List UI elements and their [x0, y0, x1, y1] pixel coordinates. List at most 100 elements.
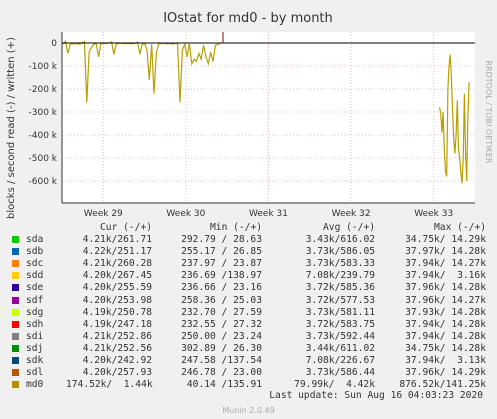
legend-row: sdc 4.21k/260.28 237.97 / 23.87 3.73k/583.3… — [0, 258, 497, 270]
legend-swatch — [12, 236, 19, 243]
legend-swatch — [12, 332, 19, 340]
legend-name: sda — [26, 234, 44, 245]
legend-cur: 4.21k/260.28 — [82, 258, 152, 270]
legend-name: sdk — [26, 355, 44, 366]
legend-max: 37.96k/ 14.29k — [405, 367, 486, 379]
legend-row: sdg 4.19k/250.78 232.70 / 27.59 3.73k/581.1… — [0, 307, 497, 319]
legend-min: 247.58 /137.54 — [181, 355, 262, 366]
legend-max: 37.94k/ 3.16k — [405, 270, 486, 282]
legend-min: 246.78 / 23.00 — [181, 367, 262, 379]
legend-avg: 7.08k/239.79 — [305, 270, 375, 282]
legend-avg: 79.99k/ 4.42k — [294, 379, 375, 391]
legend-swatch — [12, 248, 19, 256]
legend-max: 37.94k/ 14.28k — [405, 330, 486, 342]
legend-row: sdd 4.20k/267.45 236.69 /138.97 7.08k/239.7… — [0, 270, 497, 282]
y-axis: 0 -100 k -200 k -300 k -400 k -500 k -600 k — [29, 39, 58, 187]
x-tick-label: Week 29 — [84, 209, 123, 219]
x-tick-label: Week 32 — [332, 209, 371, 219]
legend-row: sda 4.21k/261.71 292.79 / 28.63 3.43k/616.0… — [0, 234, 497, 246]
x-tick-label: Week 31 — [249, 209, 288, 219]
legend-swatch — [12, 260, 19, 268]
legend-swatch — [12, 308, 19, 316]
x-axis: Week 29 Week 30 Week 31 Week 32 Week 33 — [84, 209, 453, 219]
last-update: Last update: Sun Aug 16 04:03:23 2020 — [269, 390, 483, 401]
header-max: Max (-/+) — [434, 222, 486, 233]
legend-row: sdf 4.20k/253.98 258.36 / 25.03 3.72k/577.5… — [0, 295, 497, 307]
legend-row: sde 4.20k/255.59 236.66 / 23.16 3.72k/585.3… — [0, 282, 497, 294]
legend-avg: 3.72k/577.53 — [305, 294, 375, 306]
legend-max: 37.96k/ 14.27k — [405, 294, 486, 306]
legend-row: sdl 4.20k/257.93 246.78 / 23.00 3.73k/586.4… — [0, 367, 497, 379]
legend-cur: 4.19k/247.18 — [82, 318, 152, 330]
legend-min: 232.70 / 27.59 — [181, 306, 262, 318]
legend-row: sdi 4.21k/252.86 250.00 / 23.24 3.73k/592.4… — [0, 331, 497, 343]
legend-cur: 4.22k/251.17 — [82, 246, 152, 258]
legend-swatch — [12, 272, 19, 280]
legend-cur: 4.19k/250.78 — [82, 306, 152, 318]
legend-name: md0 — [26, 379, 44, 391]
legend-min: 237.97 / 23.87 — [181, 258, 262, 270]
legend-cur: 4.20k/257.93 — [82, 367, 152, 379]
y-tick-label: 0 — [51, 39, 57, 49]
legend-swatch — [12, 369, 19, 377]
legend-cur: 4.21k/252.56 — [82, 342, 152, 354]
legend-row: sdk 4.20k/242.92 247.58 /137.54 7.08k/226.6… — [0, 355, 497, 367]
legend-max: 37.94k/ 14.28k — [405, 318, 486, 330]
legend-swatch — [12, 296, 19, 304]
legend-swatch — [12, 344, 19, 352]
legend-name: sdc — [26, 258, 44, 270]
legend-row: sdb 4.22k/251.17 255.17 / 26.85 3.73k/586.0… — [0, 246, 497, 258]
legend-max: 37.97k/ 14.28k — [405, 246, 486, 258]
header-min: Min (-/+) — [210, 222, 262, 233]
legend-max: 37.96k/ 14.28k — [405, 282, 486, 294]
legend-avg: 3.72k/583.75 — [305, 318, 375, 330]
header-cur: Cur (-/+) — [100, 222, 152, 233]
legend-name: sdg — [26, 306, 44, 318]
legend-avg: 3.43k/616.02 — [305, 234, 375, 245]
legend-min: 236.66 / 23.16 — [181, 282, 262, 294]
plot-area — [62, 32, 475, 203]
y-axis-label: blocks / second read (-) / written (+) — [6, 37, 17, 219]
x-tick-label: Week 33 — [414, 209, 453, 219]
legend-avg: 3.73k/586.05 — [305, 246, 375, 258]
legend-max: 37.93k/ 14.28k — [405, 306, 486, 318]
legend-swatch — [12, 284, 19, 292]
legend-cur: 4.20k/255.59 — [82, 282, 152, 294]
legend-row: sdj 4.21k/252.56 302.89 / 26.30 3.44k/611.0… — [0, 343, 497, 355]
y-tick-label: -100 k — [29, 62, 58, 72]
legend-avg: 3.73k/581.11 — [305, 306, 375, 318]
legend-cur: 4.21k/261.71 — [82, 234, 152, 245]
legend-min: 40.14 /135.91 — [186, 379, 262, 391]
legend-avg: 3.73k/583.33 — [305, 258, 375, 270]
legend-cur: 4.20k/267.45 — [82, 270, 152, 282]
legend-name: sdi — [26, 330, 44, 342]
legend-max: 37.94k/ 3.13k — [405, 355, 486, 366]
legend-cur: 4.21k/252.86 — [82, 330, 152, 342]
legend-name: sdl — [26, 367, 44, 379]
legend-name: sdb — [26, 246, 44, 258]
legend-avg: 3.73k/586.44 — [305, 367, 375, 379]
chart-title: IOstat for md0 - by month — [163, 11, 333, 26]
legend-avg: 3.73k/592.44 — [305, 330, 375, 342]
legend-swatch — [12, 357, 19, 364]
legend-avg: 3.44k/611.02 — [305, 342, 375, 354]
legend-row: sdh 4.19k/247.18 232.55 / 27.32 3.72k/583.7… — [0, 319, 497, 331]
legend-max: 37.94k/ 14.27k — [405, 258, 486, 270]
legend-max: 876.52k/141.25k — [399, 379, 486, 391]
legend-cur: 174.52k/ 1.44k — [66, 379, 153, 391]
legend-min: 236.69 /138.97 — [181, 270, 262, 282]
legend-max: 34.75k/ 14.28k — [405, 342, 486, 354]
legend-name: sde — [26, 282, 44, 294]
legend-cur: 4.20k/242.92 — [82, 355, 152, 366]
legend-cur: 4.20k/253.98 — [82, 294, 152, 306]
y-tick-label: -400 k — [29, 131, 58, 141]
y-tick-label: -500 k — [29, 154, 58, 164]
legend-max: 34.75k/ 14.29k — [405, 234, 486, 245]
x-tick-label: Week 30 — [166, 209, 205, 219]
header-avg: Avg (-/+) — [323, 222, 375, 233]
legend-min: 232.55 / 27.32 — [181, 318, 262, 330]
legend-min: 250.00 / 23.24 — [181, 330, 262, 342]
legend-min: 292.79 / 28.63 — [181, 234, 262, 245]
legend-name: sdd — [26, 270, 44, 282]
legend-header: Cur (-/+) Min (-/+) Avg (-/+) Max (-/+) — [0, 222, 497, 234]
